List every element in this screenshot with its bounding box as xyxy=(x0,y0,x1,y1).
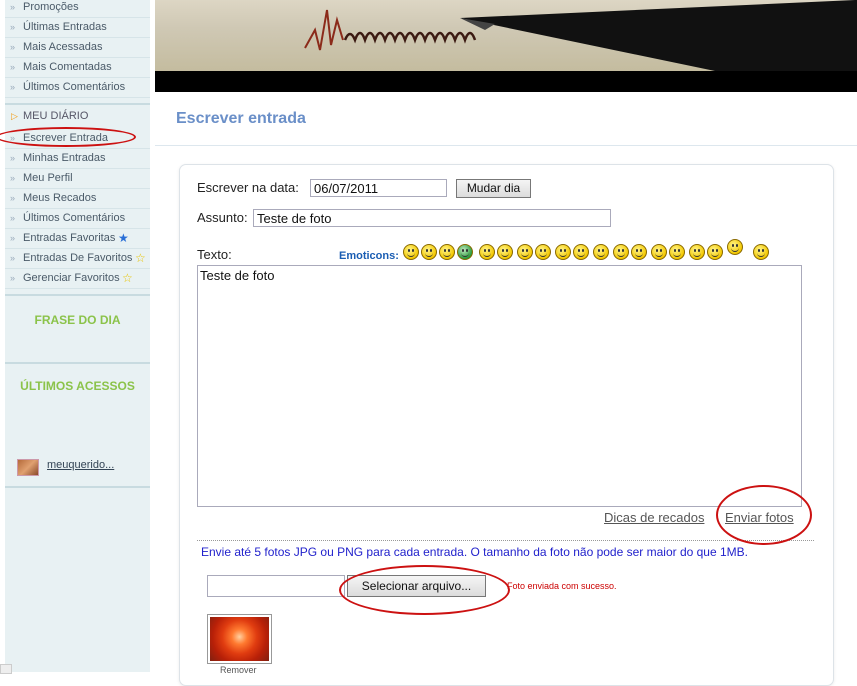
chevron-right-icon: » xyxy=(10,42,16,52)
annotation-circle xyxy=(716,485,812,545)
annotation-circle xyxy=(339,565,510,615)
chevron-right-icon: » xyxy=(10,253,16,263)
emoticon-blush-icon[interactable] xyxy=(707,244,723,260)
emoticon-question-icon[interactable] xyxy=(517,244,533,260)
sidebar-item-label: Últimos Comentários xyxy=(23,81,126,93)
sidebar-divider xyxy=(5,294,150,296)
sidebar-item-label: Meus Recados xyxy=(23,192,97,204)
emoticons-label: Emoticons: xyxy=(339,250,399,262)
emoticon-crying-icon[interactable] xyxy=(479,244,495,260)
chevron-right-icon: » xyxy=(10,273,16,283)
sidebar-item-label: Mais Acessadas xyxy=(23,41,103,53)
emoticon-smile-icon[interactable] xyxy=(403,244,419,260)
annotation-circle xyxy=(0,127,136,147)
frase-do-dia-title: FRASE DO DIA xyxy=(34,313,121,327)
sidebar-item-label: Promoções xyxy=(23,1,79,13)
emoticon-wink-icon[interactable] xyxy=(689,244,705,260)
emoticon-grin-icon[interactable] xyxy=(421,244,437,260)
chevron-right-icon: » xyxy=(10,153,16,163)
emoticon-neutral-icon[interactable] xyxy=(439,244,455,260)
tips-link[interactable]: Dicas de recados xyxy=(604,510,704,525)
chevron-right-icon: » xyxy=(10,2,16,12)
emoticon-confused-icon[interactable] xyxy=(613,244,629,260)
blue-star-icon: ★ xyxy=(118,231,129,245)
chevron-right-icon: » xyxy=(10,82,16,92)
last-visitor[interactable]: meuquerido... xyxy=(17,457,147,477)
yellow-star-icon: ☆ xyxy=(135,251,146,265)
emoticon-laugh-icon[interactable] xyxy=(555,244,571,260)
sidebar-item-label: Minhas Entradas xyxy=(23,152,106,164)
sidebar-divider xyxy=(5,362,150,364)
subject-input[interactable]: Teste de foto xyxy=(253,209,611,227)
visitor-link[interactable]: meuquerido... xyxy=(47,459,114,471)
emoticon-thumbs-up-icon[interactable] xyxy=(753,244,769,260)
scrollbar-corner xyxy=(0,664,12,674)
file-path-field[interactable] xyxy=(207,575,345,597)
emoticon-angry-icon[interactable] xyxy=(573,244,589,260)
sidebar-item-label: Mais Comentadas xyxy=(23,61,112,73)
sidebar-item-ultimos-comentarios-2[interactable]: » Últimos Comentários xyxy=(5,209,150,229)
emoticon-thumbs-down-icon[interactable] xyxy=(727,239,743,255)
chevron-right-icon: » xyxy=(10,173,16,183)
sidebar-item-label: Meu Perfil xyxy=(23,172,73,184)
banner-bar xyxy=(155,71,857,92)
sidebar-item-meus-recados[interactable]: » Meus Recados xyxy=(5,189,150,209)
sidebar-item-ultimas-entradas[interactable]: » Últimas Entradas xyxy=(5,18,150,38)
sidebar-item-label: Entradas De Favoritos xyxy=(23,252,133,264)
emoticon-surprised-icon[interactable] xyxy=(497,244,513,260)
emoticon-sad-icon[interactable] xyxy=(631,244,647,260)
triangle-right-icon: ▷ xyxy=(11,111,18,121)
divider xyxy=(155,145,857,146)
flower-photo xyxy=(210,617,269,661)
text-area[interactable]: Teste de foto xyxy=(197,265,802,507)
chevron-right-icon: » xyxy=(10,233,16,243)
sidebar-item-label: Últimas Entradas xyxy=(23,21,107,33)
sidebar-item-entradas-favoritas[interactable]: » Entradas Favoritas ★ xyxy=(5,229,150,249)
sidebar-section-meu-diario: ▷ MEU DIÁRIO xyxy=(5,106,150,126)
sidebar-item-promocoes[interactable]: » Promoções xyxy=(5,0,150,18)
sidebar-item-mais-acessadas[interactable]: » Mais Acessadas xyxy=(5,38,150,58)
chevron-right-icon: » xyxy=(10,213,16,223)
section-heading: MEU DIÁRIO xyxy=(23,110,89,122)
emoticon-tongue-icon[interactable] xyxy=(593,244,609,260)
upload-success-message: Foto enviada com sucesso. xyxy=(507,581,617,591)
sidebar-divider xyxy=(5,486,150,488)
avatar xyxy=(17,459,39,476)
emoticon-devil-icon[interactable] xyxy=(651,244,667,260)
change-day-button[interactable]: Mudar dia xyxy=(456,179,531,198)
sidebar-item-label: Últimos Comentários xyxy=(23,212,126,224)
chevron-right-icon: » xyxy=(10,62,16,72)
uploaded-photo-thumbnail[interactable] xyxy=(207,614,272,664)
subject-label: Assunto: xyxy=(197,210,248,225)
emoticon-shades-icon[interactable] xyxy=(669,244,685,260)
text-label: Texto: xyxy=(197,247,232,262)
page-title: Escrever entrada xyxy=(176,110,306,127)
sidebar-item-ultimos-comentarios[interactable]: » Últimos Comentários xyxy=(5,78,150,98)
date-input[interactable]: 06/07/2011 xyxy=(310,179,447,197)
ultimos-acessos-title: ÚLTIMOS ACESSOS xyxy=(20,379,135,393)
sidebar-item-gerenciar-favoritos[interactable]: » Gerenciar Favoritos ☆ xyxy=(5,269,150,289)
date-label: Escrever na data: xyxy=(197,180,299,195)
sidebar-item-minhas-entradas[interactable]: » Minhas Entradas xyxy=(5,149,150,169)
emoticon-cool-icon[interactable] xyxy=(535,244,551,260)
sidebar-item-entradas-de-favoritos[interactable]: » Entradas De Favoritos ☆ xyxy=(5,249,150,269)
sidebar-item-mais-comentadas[interactable]: » Mais Comentadas xyxy=(5,58,150,78)
sidebar-item-label: Entradas Favoritas xyxy=(23,232,116,244)
chevron-right-icon: » xyxy=(10,193,16,203)
upload-info-text: Envie até 5 fotos JPG ou PNG para cada e… xyxy=(201,545,748,559)
sidebar: » Promoções » Últimas Entradas » Mais Ac… xyxy=(5,0,150,672)
header-banner xyxy=(155,0,857,71)
emoticon-sick-icon[interactable] xyxy=(457,244,473,260)
chevron-right-icon: » xyxy=(10,22,16,32)
pen-writing-illustration xyxy=(304,0,857,71)
divider xyxy=(197,540,814,541)
remove-link[interactable]: Remover xyxy=(220,665,257,675)
yellow-star-icon: ☆ xyxy=(122,271,133,285)
sidebar-item-label: Gerenciar Favoritos xyxy=(23,272,120,284)
sidebar-divider xyxy=(5,103,150,105)
sidebar-item-meu-perfil[interactable]: » Meu Perfil xyxy=(5,169,150,189)
